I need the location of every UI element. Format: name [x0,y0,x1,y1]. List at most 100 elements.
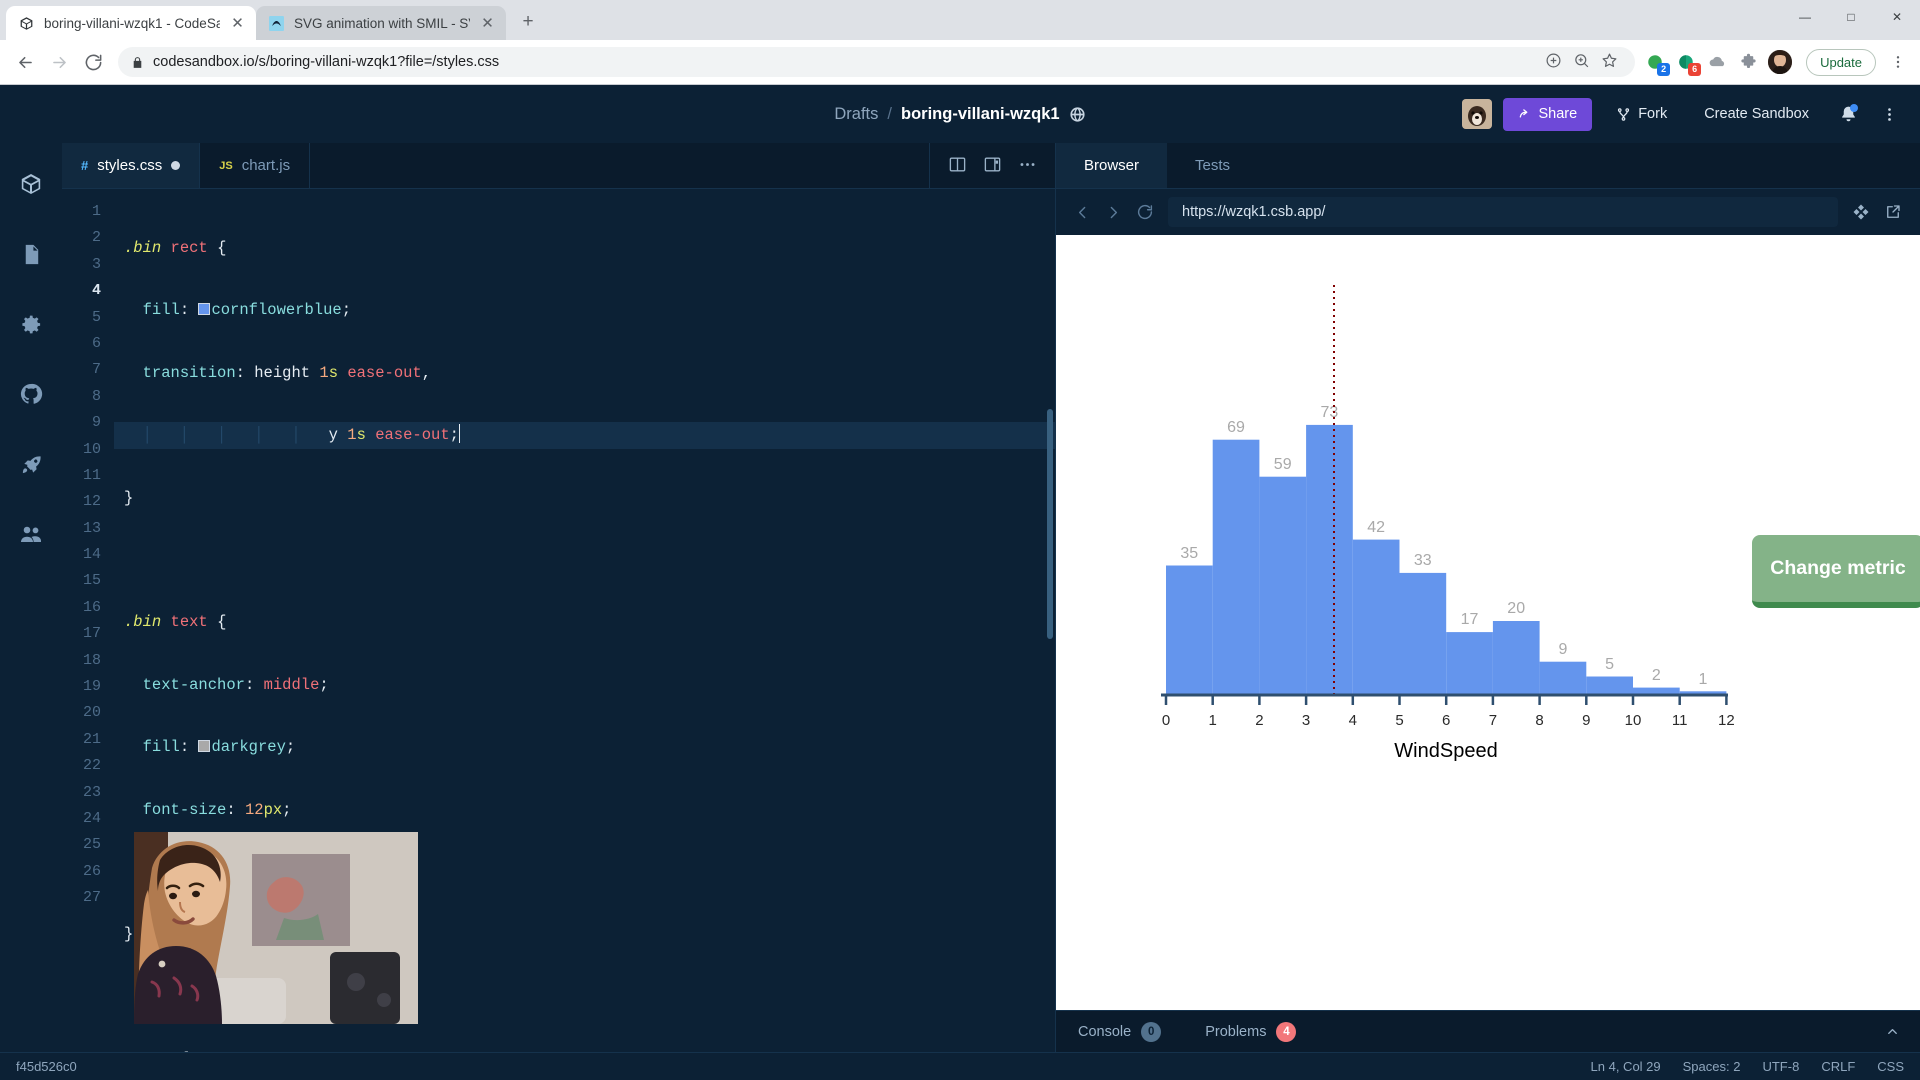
more-options-icon[interactable] [1018,155,1037,177]
settings-gear-icon[interactable] [16,309,46,339]
svg-text:5: 5 [1605,656,1614,673]
open-external-icon[interactable] [1884,203,1902,221]
editor-tab-label: chart.js [242,157,290,174]
bookmark-star-icon[interactable] [1601,52,1618,73]
unsaved-indicator-dot[interactable] [171,161,180,170]
console-count-badge: 0 [1141,1022,1161,1042]
text-cursor [459,424,461,443]
breadcrumb-root[interactable]: Drafts [834,105,878,124]
user-avatar[interactable] [1768,50,1792,74]
cursor-position[interactable]: Ln 4, Col 29 [1591,1059,1661,1074]
color-swatch-cornflowerblue [198,303,210,315]
fork-button[interactable]: Fork [1603,98,1680,131]
x-axis-tick-labels: 0 1 2 3 4 5 6 7 8 9 10 1 [1162,712,1735,729]
svg-text:8: 8 [1535,712,1543,729]
forward-icon[interactable] [43,46,75,78]
chevron-up-icon[interactable] [1865,1011,1920,1052]
line-number-gutter: 123 456 789 101112 131415 161718 192021 … [62,189,114,1052]
open-preview-icon[interactable] [983,155,1002,177]
tab-tests[interactable]: Tests [1167,143,1258,188]
address-bar[interactable]: codesandbox.io/s/boring-villani-wzqk1?fi… [118,47,1635,77]
console-label: Console [1078,1024,1131,1040]
browser-tab-title: SVG animation with SMIL - SVG: [294,16,470,31]
sandbox-explorer-icon[interactable] [16,169,46,199]
kebab-menu-icon[interactable] [1885,54,1911,70]
codesandbox-icon [18,15,35,32]
browser-tab-1[interactable]: SVG animation with SMIL - SVG: ✕ [256,6,506,40]
svg-text:5: 5 [1395,712,1403,729]
problems-tab[interactable]: Problems 4 [1183,1011,1318,1052]
globe-icon [1069,106,1086,123]
code-line-4: │ │ │ │ │ y 1s ease-out; [114,422,1055,448]
preview-url-value: https://wzqk1.csb.app/ [1182,204,1325,220]
svg-text:1: 1 [1209,712,1217,729]
preview-pane: Browser Tests https://wzqk1.csb.app/ [1056,143,1920,1052]
maximize-icon[interactable]: □ [1828,0,1874,34]
commit-hash[interactable]: f45d526c0 [16,1059,77,1074]
encoding-setting[interactable]: UTF-8 [1762,1059,1799,1074]
chevron-right-icon[interactable] [1105,204,1122,221]
bell-icon[interactable] [1833,98,1863,131]
svg-text:35: 35 [1180,545,1198,562]
code-line-5: } [114,485,1055,511]
share-icon[interactable] [1545,52,1562,73]
svg-text:11: 11 [1672,712,1688,729]
live-collaboration-icon[interactable] [16,519,46,549]
preview-iframe[interactable]: 35 69 59 73 42 33 17 20 9 5 2 [1056,235,1920,1010]
close-window-icon[interactable]: ✕ [1874,0,1920,34]
code-editor[interactable]: 123 456 789 101112 131415 161718 192021 … [62,189,1055,1052]
chart-svg: 35 69 59 73 42 33 17 20 9 5 2 [1056,235,1920,1010]
deploy-rocket-icon[interactable] [16,449,46,479]
files-icon[interactable] [16,239,46,269]
green-extension-icon[interactable]: 2 [1644,51,1666,73]
chevron-left-icon[interactable] [1074,204,1091,221]
code-line-6 [114,547,1055,573]
teal-extension-icon[interactable]: 6 [1675,51,1697,73]
kebab-menu-icon[interactable] [1874,98,1904,131]
sandbox-name[interactable]: boring-villani-wzqk1 [901,105,1060,124]
window-controls: — □ ✕ [1782,0,1920,40]
puzzle-extensions-icon[interactable] [1737,51,1759,73]
svg-text:1: 1 [1699,671,1708,688]
editor-pane: # styles.css JS chart.js [62,143,1056,1052]
browser-tab-strip: boring-villani-wzqk1 - CodeSand ✕ SVG an… [0,0,1920,40]
back-icon[interactable] [9,46,41,78]
svg-text:73: 73 [1321,404,1339,421]
code-line-3: transition: height 1s ease-out, [114,360,1055,386]
code-line-7: .bin text { [114,609,1055,635]
new-tab-button[interactable]: + [513,7,543,37]
editor-tab-chart-js[interactable]: JS chart.js [200,143,310,188]
github-icon[interactable] [16,379,46,409]
share-label: Share [1539,106,1578,122]
owner-avatar[interactable] [1462,99,1492,129]
language-mode[interactable]: CSS [1877,1059,1904,1074]
create-sandbox-button[interactable]: Create Sandbox [1691,98,1822,131]
split-editor-icon[interactable] [948,155,967,177]
editor-scrollbar[interactable] [1047,409,1053,639]
minimize-icon[interactable]: — [1782,0,1828,34]
console-tab[interactable]: Console 0 [1056,1011,1183,1052]
refresh-icon[interactable] [1136,203,1154,221]
js-file-icon: JS [219,160,232,172]
close-icon[interactable]: ✕ [479,15,496,32]
browser-tab-0[interactable]: boring-villani-wzqk1 - CodeSand ✕ [6,6,256,40]
editor-tab-styles-css[interactable]: # styles.css [62,143,200,188]
preview-url-input[interactable]: https://wzqk1.csb.app/ [1168,197,1838,227]
close-icon[interactable]: ✕ [229,15,246,32]
svg-text:12: 12 [1718,712,1735,729]
change-metric-button[interactable]: Change metric [1752,535,1920,608]
editor-tab-bar: # styles.css JS chart.js [62,143,1055,189]
cloud-extension-icon[interactable] [1706,51,1728,73]
update-button[interactable]: Update [1806,49,1876,76]
responsive-mode-icon[interactable] [1852,203,1870,221]
zoom-icon[interactable] [1573,52,1590,73]
svg-text:2: 2 [1652,667,1661,684]
share-button[interactable]: Share [1503,98,1593,131]
svg-text:2: 2 [1255,712,1263,729]
indentation-setting[interactable]: Spaces: 2 [1683,1059,1741,1074]
eol-setting[interactable]: CRLF [1821,1059,1855,1074]
tab-browser[interactable]: Browser [1056,143,1167,188]
editor-tab-label: styles.css [97,157,162,174]
reload-icon[interactable] [77,46,109,78]
fork-label: Fork [1638,106,1667,122]
